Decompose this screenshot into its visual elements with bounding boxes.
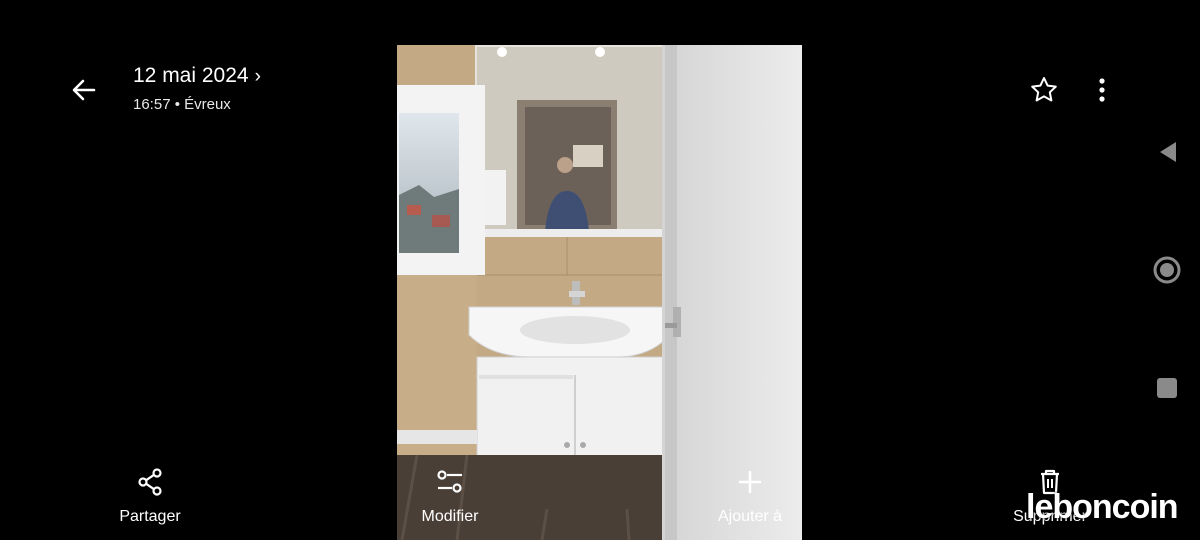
more-vertical-icon	[1099, 78, 1105, 102]
add-to-label: Ajouter à	[717, 508, 783, 525]
sliders-icon	[437, 470, 462, 493]
system-back-button[interactable]	[1154, 138, 1182, 166]
plus-icon	[738, 470, 762, 494]
add-to-button[interactable]: Ajouter à	[685, 466, 815, 526]
edit-button[interactable]: Modifier	[385, 466, 515, 526]
share-button[interactable]: Partager	[85, 466, 215, 526]
leboncoin-watermark: leboncoin	[1026, 488, 1179, 526]
photo-time-location: 16:57 • Évreux	[133, 96, 231, 113]
arrow-left-icon	[72, 79, 96, 101]
triangle-back-icon	[1160, 142, 1176, 162]
star-outline-icon	[1031, 77, 1057, 102]
circle-home-icon	[1153, 256, 1181, 284]
square-recents-icon	[1157, 378, 1177, 398]
more-options-button[interactable]	[1090, 74, 1114, 106]
system-home-button[interactable]	[1151, 254, 1183, 286]
date-label: 12 mai 2024	[133, 64, 249, 87]
back-button[interactable]	[68, 74, 100, 106]
photo-date[interactable]: 12 mai 2024 ›	[133, 64, 261, 88]
share-label: Partager	[119, 508, 181, 525]
edit-label: Modifier	[421, 508, 479, 525]
system-recents-button[interactable]	[1155, 376, 1179, 400]
chevron-right-icon: ›	[254, 66, 261, 87]
share-icon	[138, 468, 162, 496]
favorite-button[interactable]	[1028, 74, 1060, 106]
